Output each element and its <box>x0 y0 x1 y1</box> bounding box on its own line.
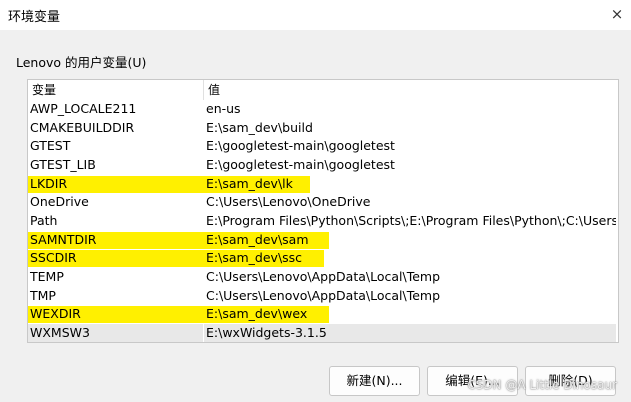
variable-name: GTEST_LIB <box>30 156 96 172</box>
variable-value: E:\Program Files\Python\Scripts\;E:\Prog… <box>206 212 616 228</box>
table-row[interactable]: WXMSW3 E:\wxWidgets-3.1.5 <box>28 323 618 342</box>
variable-name: Path <box>30 212 58 228</box>
user-variables-group-label: Lenovo 的用户变量(U) <box>16 55 147 70</box>
variable-value: E:\sam_dev\lk <box>206 175 293 191</box>
variable-name: WEXDIR <box>30 306 81 322</box>
table-row[interactable]: GTEST_LIB E:\googletest-main\googletest <box>28 156 618 175</box>
table-row[interactable]: AWP_LOCALE211 en-us <box>28 100 618 119</box>
new-button[interactable]: 新建(N)... <box>329 366 420 396</box>
column-header-name[interactable]: 变量 <box>28 80 203 100</box>
variable-name: OneDrive <box>30 194 89 210</box>
variable-value: C:\Users\Lenovo\AppData\Local\Temp <box>206 268 441 284</box>
table-row[interactable]: Path E:\Program Files\Python\Scripts\;E:\… <box>28 212 618 231</box>
variable-name: TEMP <box>30 268 64 284</box>
table-row[interactable]: SSCDIR E:\sam_dev\ssc <box>28 249 618 268</box>
variable-name: SAMNTDIR <box>30 231 97 247</box>
variable-value: E:\sam_dev\build <box>206 119 313 135</box>
variable-value: E:\googletest-main\googletest <box>206 138 395 154</box>
list-rows: AWP_LOCALE211 en-us CMAKEBUILDDIR E:\sam_de… <box>28 100 618 342</box>
variable-name: AWP_LOCALE211 <box>30 101 137 116</box>
table-row[interactable]: SAMNTDIR E:\sam_dev\sam <box>28 231 618 250</box>
variable-value: E:\sam_dev\sam <box>206 231 309 247</box>
table-row[interactable]: GTEST E:\googletest-main\googletest <box>28 137 618 156</box>
table-row[interactable]: WEXDIR E:\sam_dev\wex <box>28 305 618 324</box>
variable-name: CMAKEBUILDDIR <box>30 119 135 135</box>
list-header: 变量 值 <box>28 80 618 100</box>
variable-value: C:\Users\Lenovo\AppData\Local\Temp <box>206 287 441 303</box>
variable-value: E:\sam_dev\ssc <box>206 250 303 266</box>
user-variables-list[interactable]: 变量 值 AWP_LOCALE211 en-us CMAKEBUILDDIR E:\s… <box>27 79 619 343</box>
table-row[interactable]: LKDIR E:\sam_dev\lk <box>28 175 618 194</box>
variable-name: TMP <box>30 287 56 303</box>
watermark: CSDN @A Little Dinosaur <box>467 378 617 392</box>
table-row[interactable]: OneDrive C:\Users\Lenovo\OneDrive <box>28 193 618 212</box>
variable-name: SSCDIR <box>30 250 77 266</box>
variable-value: en-us <box>206 101 241 116</box>
variable-value: E:\sam_dev\wex <box>206 306 308 322</box>
window-title: 环境变量 <box>8 10 61 25</box>
table-row[interactable]: CMAKEBUILDDIR E:\sam_dev\build <box>28 119 618 138</box>
variable-value: C:\Users\Lenovo\OneDrive <box>206 194 371 210</box>
title-bar: 环境变量 × <box>0 0 631 30</box>
variable-value: E:\googletest-main\googletest <box>206 156 395 172</box>
variable-value: E:\wxWidgets-3.1.5 <box>204 323 616 342</box>
variable-name: GTEST <box>30 138 71 154</box>
table-row[interactable]: TEMP C:\Users\Lenovo\AppData\Local\Temp <box>28 268 618 287</box>
variable-name: LKDIR <box>30 175 68 191</box>
column-header-value[interactable]: 值 <box>204 80 618 100</box>
table-row[interactable]: TMP C:\Users\Lenovo\AppData\Local\Temp <box>28 287 618 306</box>
close-icon[interactable]: × <box>603 0 631 28</box>
variable-name: WXMSW3 <box>28 323 203 342</box>
